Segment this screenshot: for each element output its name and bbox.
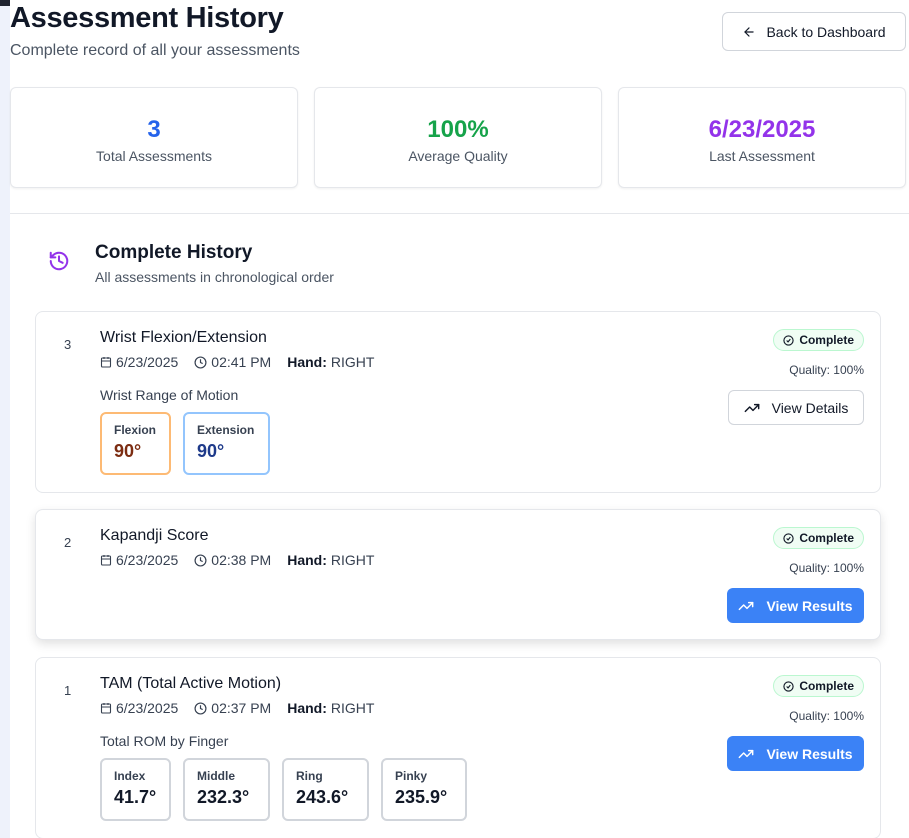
metric-ring: Ring 243.6° xyxy=(282,758,369,821)
stat-label: Last Assessment xyxy=(709,148,815,164)
stat-value: 100% xyxy=(427,116,489,143)
hand-value: RIGHT xyxy=(330,354,375,370)
view-details-button[interactable]: View Details xyxy=(728,390,864,425)
clock-icon xyxy=(194,701,207,715)
metric-extension: Extension 90° xyxy=(183,412,270,475)
button-label: View Results xyxy=(766,597,853,614)
date-text: 6/23/2025 xyxy=(116,354,179,370)
button-label: View Results xyxy=(766,745,853,762)
assessment-date: 6/23/2025 xyxy=(100,552,178,568)
stat-card-last-assessment: 6/23/2025 Last Assessment xyxy=(618,87,906,188)
status-badge: Complete xyxy=(773,527,864,549)
hand-label: Hand: xyxy=(287,354,327,370)
status-badge: Complete xyxy=(773,329,864,351)
view-results-button[interactable]: View Results xyxy=(727,736,864,771)
time-text: 02:38 PM xyxy=(211,552,272,568)
calendar-icon xyxy=(100,554,112,566)
assessment-name: Wrist Flexion/Extension xyxy=(100,329,267,346)
time-text: 02:41 PM xyxy=(211,354,272,370)
quality-text: Quality: 100% xyxy=(789,363,864,377)
hand-label: Hand: xyxy=(287,700,327,716)
check-circle-icon xyxy=(783,334,794,346)
time-text: 02:37 PM xyxy=(211,700,272,716)
metric-label: Extension xyxy=(197,423,255,437)
button-label: View Details xyxy=(771,399,849,416)
stat-value: 3 xyxy=(147,116,161,143)
page-title: Assessment History xyxy=(10,2,284,34)
date-text: 6/23/2025 xyxy=(116,700,179,716)
trending-up-icon xyxy=(738,598,754,614)
status-text: Complete xyxy=(799,333,854,347)
trending-up-icon xyxy=(744,400,760,416)
status-text: Complete xyxy=(799,679,854,693)
metric-index: Index 41.7° xyxy=(100,758,171,821)
assessment-hand: Hand: RIGHT xyxy=(287,552,374,568)
metrics-section-label: Wrist Range of Motion xyxy=(100,387,239,403)
assessment-card: 1 TAM (Total Active Motion) 6/23/2025 02… xyxy=(35,657,881,838)
clock-icon xyxy=(194,355,207,369)
stat-card-average-quality: 100% Average Quality xyxy=(314,87,602,188)
hand-label: Hand: xyxy=(287,552,327,568)
section-title: Complete History xyxy=(95,242,253,263)
metric-value: 90° xyxy=(114,441,142,461)
assessment-time: 02:37 PM xyxy=(194,700,271,716)
assessment-number: 1 xyxy=(64,683,72,698)
assessment-meta: 6/23/2025 02:38 PM Hand: RIGHT xyxy=(100,552,390,568)
calendar-icon xyxy=(100,702,112,714)
metric-label: Index xyxy=(114,769,146,783)
metric-flexion: Flexion 90° xyxy=(100,412,171,475)
back-button-label: Back to Dashboard xyxy=(766,23,886,40)
check-circle-icon xyxy=(783,680,794,692)
metrics-section-label: Total ROM by Finger xyxy=(100,733,229,749)
calendar-icon xyxy=(100,356,112,368)
metric-pinky: Pinky 235.9° xyxy=(381,758,467,821)
assessment-hand: Hand: RIGHT xyxy=(287,700,374,716)
arrow-left-icon xyxy=(742,25,756,39)
stat-label: Total Assessments xyxy=(96,148,212,164)
history-icon xyxy=(48,250,70,272)
back-to-dashboard-button[interactable]: Back to Dashboard xyxy=(722,12,906,51)
assessment-meta: 6/23/2025 02:41 PM Hand: RIGHT xyxy=(100,354,390,370)
metric-middle: Middle 232.3° xyxy=(183,758,270,821)
stat-label: Average Quality xyxy=(408,148,508,164)
metric-value: 235.9° xyxy=(395,787,448,807)
quality-text: Quality: 100% xyxy=(789,561,864,575)
clock-icon xyxy=(194,553,207,567)
date-text: 6/23/2025 xyxy=(116,552,179,568)
assessment-date: 6/23/2025 xyxy=(100,354,178,370)
metric-value: 243.6° xyxy=(296,787,349,807)
assessment-number: 3 xyxy=(64,337,72,352)
status-text: Complete xyxy=(799,531,854,545)
check-circle-icon xyxy=(783,532,794,544)
hand-value: RIGHT xyxy=(330,700,375,716)
metric-label: Ring xyxy=(296,769,323,783)
assessment-card: 3 Wrist Flexion/Extension 6/23/2025 02:4… xyxy=(35,311,881,493)
assessment-name: TAM (Total Active Motion) xyxy=(100,675,282,692)
metric-value: 232.3° xyxy=(197,787,250,807)
complete-history-section: Complete History All assessments in chro… xyxy=(10,213,909,838)
metric-label: Pinky xyxy=(395,769,428,783)
assessment-date: 6/23/2025 xyxy=(100,700,178,716)
status-badge: Complete xyxy=(773,675,864,697)
trending-up-icon xyxy=(738,746,754,762)
stat-value: 6/23/2025 xyxy=(708,116,816,143)
assessment-time: 02:38 PM xyxy=(194,552,271,568)
stat-card-total-assessments: 3 Total Assessments xyxy=(10,87,298,188)
quality-text: Quality: 100% xyxy=(789,709,864,723)
page-subtitle: Complete record of all your assessments xyxy=(10,42,300,59)
metric-label: Flexion xyxy=(114,423,157,437)
assessment-card: 2 Kapandji Score 6/23/2025 02:38 PM Hand… xyxy=(35,509,881,640)
view-results-button[interactable]: View Results xyxy=(727,588,864,623)
metric-value: 41.7° xyxy=(114,787,157,807)
hand-value: RIGHT xyxy=(330,552,375,568)
assessment-hand: Hand: RIGHT xyxy=(287,354,374,370)
assessment-time: 02:41 PM xyxy=(194,354,271,370)
assessment-name: Kapandji Score xyxy=(100,527,209,544)
metric-value: 90° xyxy=(197,441,225,461)
assessment-meta: 6/23/2025 02:37 PM Hand: RIGHT xyxy=(100,700,390,716)
assessment-history-page: Assessment History Complete record of al… xyxy=(10,0,909,838)
section-subtitle: All assessments in chronological order xyxy=(95,269,334,285)
metric-label: Middle xyxy=(197,769,235,783)
assessment-number: 2 xyxy=(64,535,72,550)
